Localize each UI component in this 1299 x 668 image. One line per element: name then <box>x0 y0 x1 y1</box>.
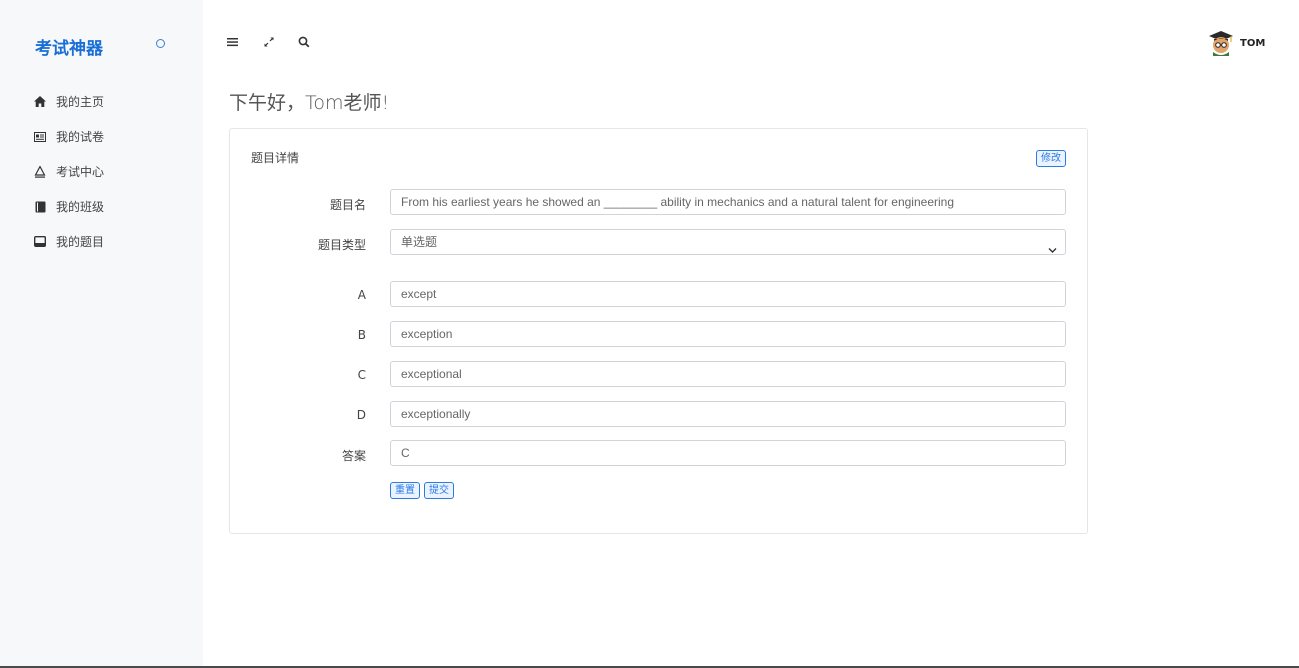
option-a-label: A <box>357 288 366 302</box>
username[interactable]: TOM <box>1240 38 1265 49</box>
edit-button[interactable]: 修改 <box>1036 150 1066 167</box>
option-b-label: B <box>357 328 366 342</box>
option-a-field[interactable]: except <box>390 281 1066 307</box>
sidebar-item-questions[interactable]: 我的题目 <box>34 224 104 259</box>
answer-label: 答案 <box>341 449 366 463</box>
circle-icon[interactable] <box>156 39 165 48</box>
sidebar-item-exam-center[interactable]: 考试中心 <box>34 154 104 189</box>
newspaper-icon <box>34 131 46 143</box>
option-b-field[interactable]: exception <box>390 321 1066 347</box>
question-type-value: 单选题 <box>401 235 438 249</box>
home-icon <box>34 96 46 108</box>
avatar[interactable] <box>1208 28 1234 56</box>
reset-button[interactable]: 重置 <box>390 482 420 499</box>
question-type-select[interactable]: 单选题 <box>390 229 1066 255</box>
sidebar-item-label: 我的班级 <box>56 200 105 214</box>
sidebar-item-papers[interactable]: 我的试卷 <box>34 119 104 154</box>
exam-icon <box>34 165 46 178</box>
search-icon[interactable] <box>297 35 311 49</box>
option-d-label: D <box>356 408 366 422</box>
question-name-field[interactable]: From his earliest years he showed an ___… <box>390 189 1066 215</box>
submit-button[interactable]: 提交 <box>424 482 454 499</box>
menu-icon[interactable] <box>226 35 240 49</box>
chevron-down-icon <box>1048 238 1057 254</box>
card-title: 题目详情 <box>251 151 300 165</box>
answer-field[interactable]: C <box>390 440 1066 466</box>
sidebar-item-label: 我的主页 <box>56 95 105 109</box>
question-name-label: 题目名 <box>329 198 366 212</box>
sidebar-item-label: 考试中心 <box>56 165 105 179</box>
book-icon <box>34 201 46 213</box>
brand-title: 考试神器 <box>35 39 103 59</box>
sidebar-item-home[interactable]: 我的主页 <box>34 84 104 119</box>
sidebar-item-label: 我的试卷 <box>56 130 105 144</box>
sidebar: 考试神器 我的主页 我的试卷 考试中心 我的班级 我的题目 <box>0 0 203 666</box>
page-greeting: 下午好，Tom老师! <box>229 92 390 114</box>
option-d-field[interactable]: exceptionally <box>390 401 1066 427</box>
inbox-icon <box>34 236 46 248</box>
expand-icon[interactable] <box>262 35 276 49</box>
sidebar-nav: 我的主页 我的试卷 考试中心 我的班级 我的题目 <box>34 84 104 259</box>
sidebar-item-label: 我的题目 <box>56 235 105 249</box>
option-c-label: C <box>357 368 366 382</box>
question-type-label: 题目类型 <box>317 238 366 252</box>
option-c-field[interactable]: exceptional <box>390 361 1066 387</box>
question-detail-card: 题目详情 修改 题目名 From his earliest years he s… <box>229 128 1088 534</box>
sidebar-item-classes[interactable]: 我的班级 <box>34 189 104 224</box>
